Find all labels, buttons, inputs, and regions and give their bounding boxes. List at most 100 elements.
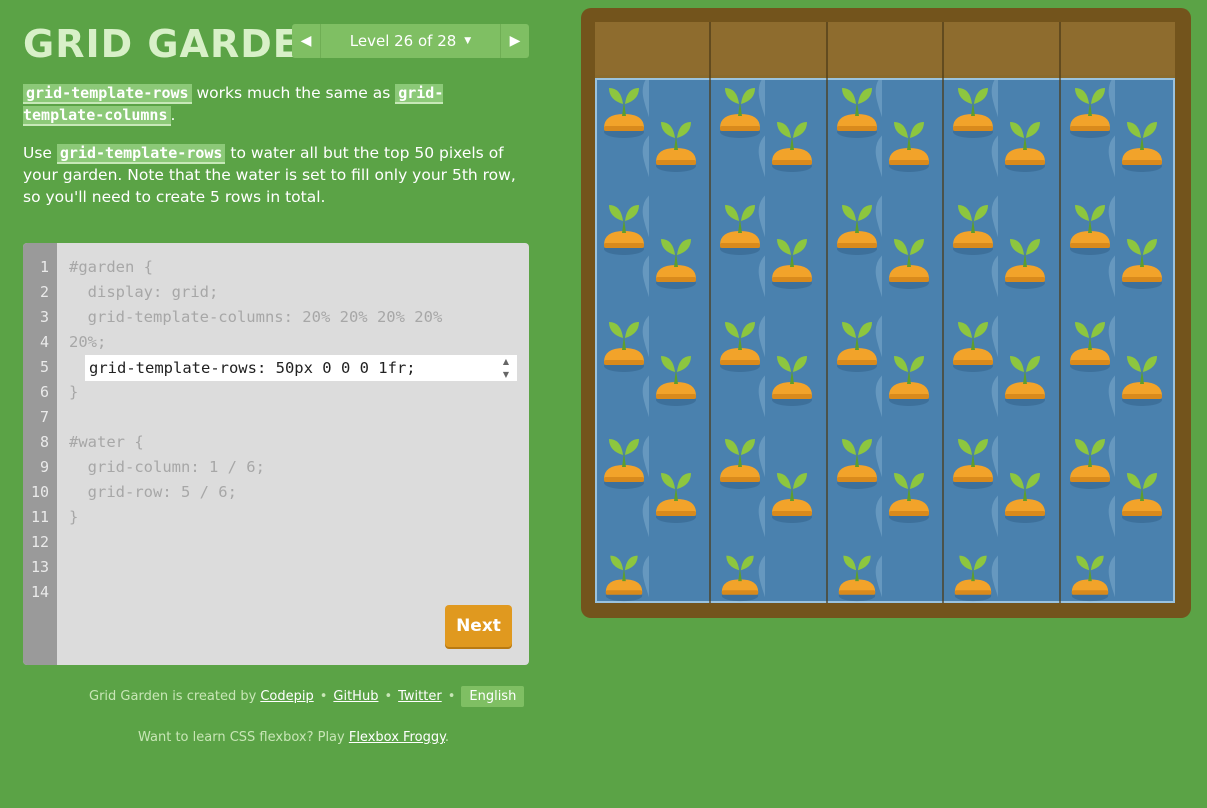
codepip-link[interactable]: Codepip (260, 689, 313, 704)
instruction-text: . (170, 106, 176, 124)
carrot-sprout-icon (1005, 356, 1045, 406)
line-number: 8 (39, 433, 49, 451)
carrot-sprout-icon (954, 555, 992, 602)
chevron-left-icon[interactable]: ◀ (292, 24, 321, 58)
promo-text: Want to learn CSS flexbox? Play (138, 730, 349, 745)
carrot-sprout-icon (656, 122, 696, 172)
carrot-sprout-icon (720, 88, 760, 138)
code-snippet: grid-template-rows (56, 144, 226, 164)
caret-down-icon: ▼ (464, 36, 472, 46)
carrot-sprout-icon (889, 356, 929, 406)
code-line: } (69, 383, 79, 401)
code-line: grid-column: 1 / 6; (69, 458, 265, 476)
column-divider (942, 22, 944, 603)
code-line: } (69, 508, 79, 526)
carrot-sprout-icon (772, 239, 812, 289)
code-line: grid-template-columns: 20% 20% 20% 20% (69, 308, 443, 326)
github-link[interactable]: GitHub (333, 689, 378, 704)
code-line: 20%; (69, 333, 107, 351)
carrot-sprout-icon (604, 322, 644, 372)
line-number: 14 (30, 583, 49, 601)
instructions: grid-template-rows works much the same a… (23, 82, 523, 224)
carrot-sprout-icon (1122, 473, 1162, 523)
carrot-sprout-icon (1070, 322, 1110, 372)
chevron-right-icon[interactable]: ▶ (500, 24, 529, 58)
column-divider (826, 22, 828, 603)
instruction-paragraph-2: Use grid-template-rows to water all but … (23, 142, 523, 208)
code-line: grid-row: 5 / 6; (69, 483, 237, 501)
line-number: 1 (39, 258, 49, 276)
line-number: 10 (30, 483, 49, 501)
line-number: 3 (39, 308, 49, 326)
code-editor: 1 2 3 4 5 6 7 8 9 10 11 12 13 14 #garden… (23, 243, 529, 665)
carrot-sprout-icon (656, 239, 696, 289)
code-input-wrapper: ▲ ▼ (85, 355, 517, 381)
carrot-sprout-icon (656, 473, 696, 523)
carrot-sprout-icon (953, 205, 993, 255)
carrot-sprout-icon (772, 473, 812, 523)
line-number: 13 (30, 558, 49, 576)
instruction-text: works much the same as (191, 84, 396, 102)
arrow-down-icon: ▼ (502, 370, 510, 379)
carrot-sprout-icon (604, 88, 644, 138)
carrot-sprout-icon (1122, 122, 1162, 172)
code-line: #garden { (69, 258, 153, 276)
twitter-link[interactable]: Twitter (398, 689, 442, 704)
line-number: 9 (39, 458, 49, 476)
separator: • (319, 689, 328, 704)
separator: • (447, 689, 456, 704)
column-divider (709, 22, 711, 603)
code-line: #water { (69, 433, 144, 451)
instruction-paragraph-1: grid-template-rows works much the same a… (23, 82, 523, 126)
carrot-sprout-icon (720, 205, 760, 255)
line-number: 7 (39, 408, 49, 426)
carrot-sprout-icon (605, 555, 643, 602)
carrot-sprout-icon (1070, 205, 1110, 255)
language-button[interactable]: English (461, 686, 525, 707)
carrot-sprout-icon (837, 439, 877, 489)
soil-row (595, 22, 1175, 75)
arrow-up-icon: ▲ (502, 357, 510, 366)
line-number: 4 (39, 333, 49, 351)
carrot-sprout-icon (837, 88, 877, 138)
carrot-sprout-icon (656, 356, 696, 406)
line-number: 5 (39, 358, 49, 376)
flexbox-promo: Want to learn CSS flexbox? Play Flexbox … (138, 730, 449, 745)
line-number: 2 (39, 283, 49, 301)
line-number: 6 (39, 383, 49, 401)
game-title: GRID GARDEN (23, 22, 333, 66)
carrot-sprout-icon (1005, 239, 1045, 289)
promo-end: . (444, 730, 450, 745)
credits: Grid Garden is created by Codepip • GitH… (89, 686, 525, 707)
instruction-text: Use (23, 144, 57, 162)
line-number: 11 (30, 508, 49, 526)
carrot-sprout-icon (1070, 88, 1110, 138)
flexbox-froggy-link[interactable]: Flexbox Froggy (349, 730, 445, 745)
carrot-sprout-icon (720, 322, 760, 372)
carrot-sprout-icon (720, 439, 760, 489)
level-navigation: ◀ Level 26 of 28 ▼ ▶ (292, 24, 529, 58)
carrot-sprout-icon (772, 122, 812, 172)
level-indicator[interactable]: Level 26 of 28 ▼ (321, 24, 500, 58)
carrot-sprout-icon (1005, 473, 1045, 523)
carrot-sprout-icon (721, 555, 759, 602)
carrot-sprout-icon (889, 122, 929, 172)
code-snippet: grid-template-rows (23, 84, 192, 104)
carrot-sprout-icon (1070, 439, 1110, 489)
level-label: Level 26 of 28 (349, 32, 457, 50)
next-button[interactable]: Next (445, 605, 512, 647)
carrot-sprout-icon (772, 356, 812, 406)
carrot-sprout-icon (953, 439, 993, 489)
carrot-sprout-icon (953, 88, 993, 138)
carrot-sprout-icon (837, 205, 877, 255)
carrot-sprout-icon (1071, 555, 1109, 602)
code-line: display: grid; (69, 283, 219, 301)
carrot-sprout-icon (1122, 239, 1162, 289)
css-answer-input[interactable] (85, 359, 493, 377)
carrot-sprout-icon (837, 322, 877, 372)
carrot-sprout-icon (889, 473, 929, 523)
carrot-sprout-icon (889, 239, 929, 289)
carrot-sprout-icon (604, 439, 644, 489)
resize-handle[interactable]: ▲ ▼ (499, 357, 513, 379)
carrot-sprout-icon (838, 555, 876, 602)
